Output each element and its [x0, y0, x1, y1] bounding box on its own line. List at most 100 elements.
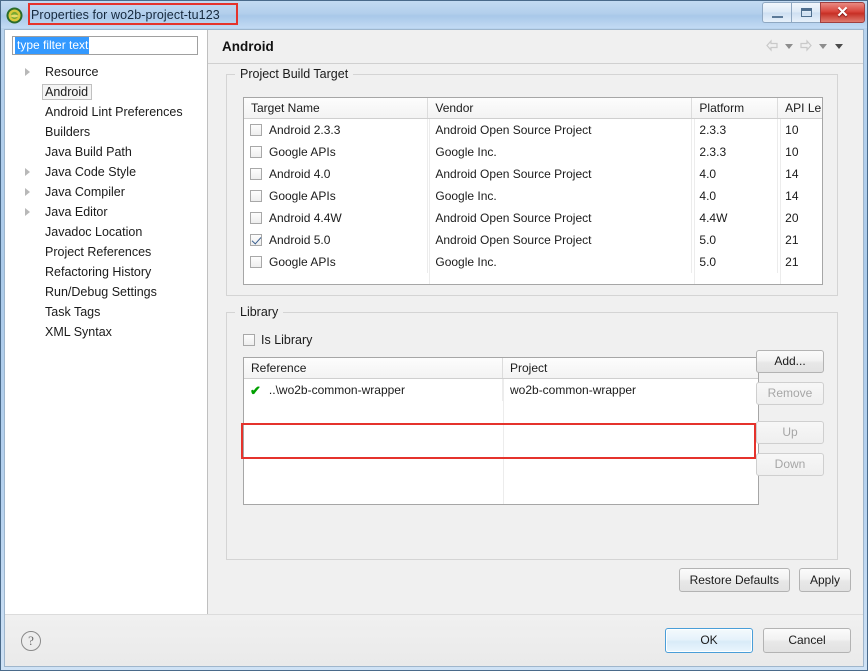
column-header-target-name[interactable]: Target Name	[244, 98, 429, 118]
column-divider	[503, 379, 504, 504]
column-header-api-level[interactable]: API Le...	[778, 98, 822, 118]
sidebar-item-java-editor[interactable]: Java Editor	[5, 202, 207, 222]
reference-cell[interactable]: ✔ ..\wo2b-common-wrapper	[244, 379, 503, 401]
close-icon: ✕	[836, 4, 849, 21]
table-row[interactable]: ✔ ..\wo2b-common-wrapper wo2b-common-wra…	[244, 379, 758, 401]
sidebar-item-builders[interactable]: Builders	[5, 122, 207, 142]
platform-cell: 4.0	[692, 163, 779, 185]
down-button[interactable]: Down	[756, 453, 824, 476]
is-library-label: Is Library	[261, 333, 313, 347]
group-title-build-target: Project Build Target	[235, 67, 354, 81]
forward-arrow-icon[interactable]	[799, 38, 813, 55]
target-checkbox[interactable]	[250, 234, 262, 246]
api-level-cell: 21	[785, 233, 799, 247]
table-row[interactable]: Google APIs Google Inc. 5.0 21	[244, 251, 822, 273]
remove-button[interactable]: Remove	[756, 382, 824, 405]
target-checkbox[interactable]	[250, 146, 262, 158]
chevron-right-icon[interactable]	[25, 188, 30, 196]
cancel-button[interactable]: Cancel	[763, 628, 851, 653]
target-checkbox[interactable]	[250, 256, 262, 268]
table-row[interactable]: Google APIs Google Inc. 4.0 14	[244, 185, 822, 207]
chevron-right-icon[interactable]	[25, 68, 30, 76]
vendor-cell: Android Open Source Project	[428, 229, 693, 251]
question-mark-icon[interactable]: ?	[21, 630, 41, 651]
sidebar-item-java-compiler[interactable]: Java Compiler	[5, 182, 207, 202]
chevron-right-icon[interactable]	[25, 208, 30, 216]
chevron-right-icon[interactable]	[25, 168, 30, 176]
sidebar-item-label: Builders	[45, 125, 91, 139]
sidebar-item-label: Java Editor	[45, 205, 108, 219]
minimize-button[interactable]	[762, 2, 791, 23]
target-name-cell[interactable]: Google APIs	[244, 185, 429, 207]
back-arrow-icon[interactable]	[765, 38, 779, 55]
is-library-checkbox[interactable]	[243, 334, 255, 346]
target-name-cell[interactable]: Google APIs	[244, 251, 429, 273]
settings-tree: Resource Android Android Lint Preference…	[5, 62, 207, 342]
target-checkbox[interactable]	[250, 190, 262, 202]
sidebar-item-resource[interactable]: Resource	[5, 62, 207, 82]
table-row[interactable]: Android 4.0 Android Open Source Project …	[244, 163, 822, 185]
target-name-label: Android 4.4W	[269, 211, 342, 225]
view-menu-chevron-down-icon[interactable]	[835, 44, 843, 49]
platform-cell: 2.3.3	[692, 119, 779, 141]
sidebar-item-label: Task Tags	[45, 305, 101, 319]
filter-input-value: type filter text	[15, 37, 90, 54]
sidebar-item-java-build-path[interactable]: Java Build Path	[5, 142, 207, 162]
vendor-cell: Google Inc.	[428, 251, 693, 273]
sidebar-item-xml-syntax[interactable]: XML Syntax	[5, 322, 207, 342]
main-panel: Android Project Build Target Target Name…	[208, 30, 863, 614]
column-divider	[694, 119, 695, 284]
target-name-cell[interactable]: Android 4.0	[244, 163, 429, 185]
close-button[interactable]: ✕	[820, 2, 865, 23]
column-header-vendor[interactable]: Vendor	[428, 98, 693, 118]
table-row[interactable]: Android 4.4W Android Open Source Project…	[244, 207, 822, 229]
sidebar-item-label: Java Compiler	[45, 185, 125, 199]
target-checkbox[interactable]	[250, 124, 262, 136]
sidebar-item-javadoc-location[interactable]: Javadoc Location	[5, 222, 207, 242]
sidebar-item-project-references[interactable]: Project References	[5, 242, 207, 262]
table-row[interactable]: Google APIs Google Inc. 2.3.3 10	[244, 141, 822, 163]
vendor-cell: Android Open Source Project	[428, 119, 693, 141]
sidebar-item-label: Javadoc Location	[45, 225, 143, 239]
sidebar-item-run-debug-settings[interactable]: Run/Debug Settings	[5, 282, 207, 302]
sidebar-item-label: Project References	[45, 245, 152, 259]
build-target-table[interactable]: Target Name Vendor Platform API Le... An…	[243, 97, 823, 285]
target-name-cell[interactable]: Android 4.4W	[244, 207, 429, 229]
is-library-row[interactable]: Is Library	[243, 333, 312, 347]
target-name-cell[interactable]: Android 2.3.3	[244, 119, 429, 141]
table-row[interactable]: Android 5.0 Android Open Source Project …	[244, 229, 822, 251]
ok-button[interactable]: OK	[665, 628, 753, 653]
forward-menu-chevron-down-icon[interactable]	[819, 44, 827, 49]
sidebar-item-task-tags[interactable]: Task Tags	[5, 302, 207, 322]
search-input[interactable]: type filter text	[12, 36, 198, 55]
page-title: Android	[222, 39, 274, 54]
target-name-cell[interactable]: Android 5.0	[244, 229, 429, 251]
column-header-platform[interactable]: Platform	[692, 98, 779, 118]
maximize-icon	[800, 8, 812, 17]
table-row[interactable]: Android 2.3.3 Android Open Source Projec…	[244, 119, 822, 141]
sidebar-item-label: Run/Debug Settings	[45, 285, 157, 299]
sidebar-item-label: Java Code Style	[45, 165, 137, 179]
panel-bottom-buttons: Restore Defaults Apply	[678, 568, 851, 592]
sidebar-item-refactoring-history[interactable]: Refactoring History	[5, 262, 207, 282]
column-header-reference[interactable]: Reference	[244, 358, 503, 378]
back-menu-chevron-down-icon[interactable]	[785, 44, 793, 49]
dialog-footer: ? OK Cancel	[5, 614, 863, 666]
library-group: Library Is Library Reference Project ✔ .…	[226, 305, 838, 560]
maximize-button[interactable]	[791, 2, 820, 23]
target-checkbox[interactable]	[250, 212, 262, 224]
column-header-project[interactable]: Project	[503, 358, 758, 378]
library-side-buttons: Add... Remove Up Down	[756, 350, 824, 485]
target-name-cell[interactable]: Google APIs	[244, 141, 429, 163]
vendor-cell: Google Inc.	[428, 185, 693, 207]
up-button[interactable]: Up	[756, 421, 824, 444]
add-button[interactable]: Add...	[756, 350, 824, 373]
sidebar-item-android[interactable]: Android	[5, 82, 207, 102]
apply-button[interactable]: Apply	[798, 568, 851, 592]
sidebar-item-android-lint-preferences[interactable]: Android Lint Preferences	[5, 102, 207, 122]
sidebar-item-java-code-style[interactable]: Java Code Style	[5, 162, 207, 182]
project-build-target-group: Project Build Target Target Name Vendor …	[226, 67, 838, 296]
target-checkbox[interactable]	[250, 168, 262, 180]
restore-defaults-button[interactable]: Restore Defaults	[678, 568, 790, 592]
library-reference-table[interactable]: Reference Project ✔ ..\wo2b-common-wrapp…	[243, 357, 759, 505]
